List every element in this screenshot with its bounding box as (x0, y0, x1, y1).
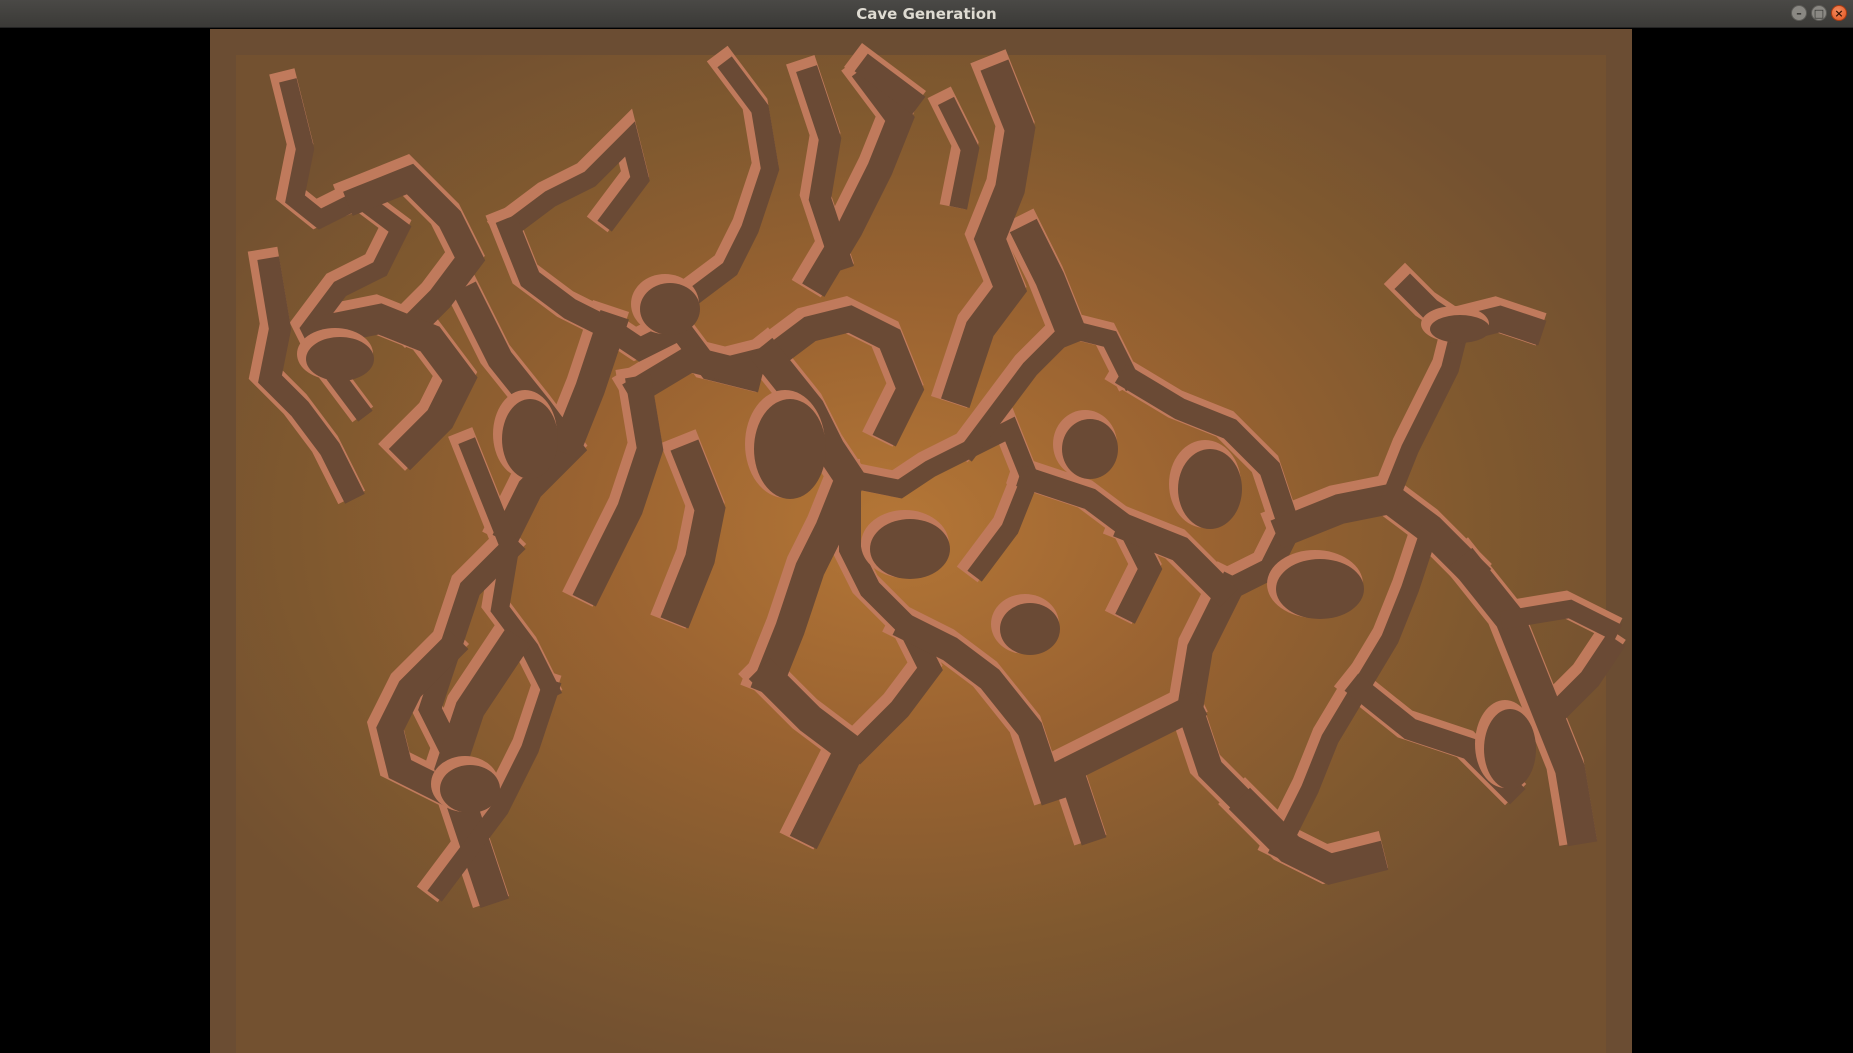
cave-chamber (440, 765, 500, 813)
cave-chamber (870, 519, 950, 579)
window-title: Cave Generation (856, 5, 997, 23)
close-icon[interactable]: × (1831, 5, 1847, 21)
title-bar[interactable]: Cave Generation – □ × (0, 0, 1853, 28)
cave-wall (1009, 218, 1090, 349)
cave-chamber (306, 337, 374, 381)
app-window: Cave Generation – □ × (0, 0, 1853, 1053)
cave-chamber (1430, 315, 1490, 343)
cave-wall (550, 310, 629, 459)
cave-chamber (754, 399, 826, 499)
cave-wall (1378, 318, 1471, 511)
maximize-icon[interactable]: □ (1811, 5, 1827, 21)
cave-chamber (1178, 449, 1242, 529)
minimize-icon[interactable]: – (1791, 5, 1807, 21)
cave-chamber (1000, 603, 1060, 655)
cave-wall (677, 56, 780, 312)
cave-map (247, 43, 1626, 909)
cave-chamber (1276, 559, 1364, 619)
cave-chamber (640, 283, 700, 335)
cave-chamber (502, 399, 558, 479)
cave-wall (1054, 691, 1208, 846)
game-viewport[interactable] (210, 29, 1632, 1053)
cave-wall (748, 657, 870, 850)
cave-chamber (1062, 419, 1118, 479)
cave-wall (1016, 465, 1163, 624)
cave-chamber (1484, 709, 1536, 789)
